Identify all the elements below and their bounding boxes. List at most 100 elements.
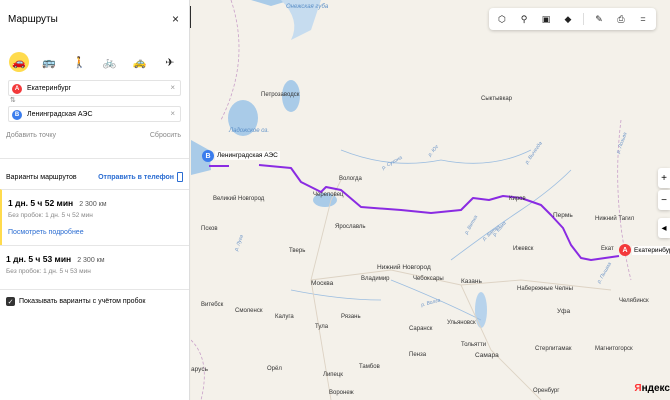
- map-label: Воронеж: [329, 390, 354, 396]
- taxi-icon[interactable]: 🚕: [130, 52, 150, 72]
- map-label: Онежская губа: [286, 4, 329, 10]
- point-b-marker-icon: В: [12, 110, 22, 120]
- end-marker-icon[interactable]: A: [619, 244, 631, 256]
- menu-icon[interactable]: =: [636, 12, 650, 26]
- map-label: Ижевск: [513, 246, 534, 252]
- map-label: Нижний Тагил: [595, 216, 635, 222]
- plane-icon[interactable]: ✈: [160, 52, 180, 72]
- ruler-icon[interactable]: ✎: [592, 12, 606, 26]
- yandex-logo: Яндекс: [634, 383, 670, 394]
- point-b-field[interactable]: В Ленинградская АЭС ×: [8, 106, 181, 122]
- map-label: Липецк: [323, 372, 343, 378]
- map-label: Ярославль: [335, 224, 366, 230]
- point-b-value[interactable]: Ленинградская АЭС: [27, 111, 93, 118]
- map-label: Тольятти: [461, 342, 487, 348]
- transport-modes: 🚗 🚌 🚶 🚲 🚕 ✈: [0, 38, 189, 78]
- map-label: Киров: [509, 196, 526, 202]
- start-marker-icon[interactable]: В: [202, 150, 214, 162]
- send-to-phone-button[interactable]: Отправить в телефон: [98, 172, 183, 182]
- route-variant-1[interactable]: 1 дн. 5 ч 52 мин 2 300 км Без пробок: 1 …: [0, 189, 189, 245]
- map-label: Екат: [601, 246, 614, 252]
- map-label: Уфа: [557, 308, 571, 315]
- bus-icon[interactable]: 🚌: [39, 52, 59, 72]
- map-label: Владимир: [361, 276, 390, 282]
- map-label: Оренбург: [533, 388, 560, 394]
- map-label: Петрозаводск: [261, 92, 300, 98]
- map-toolbar: ⬡ ⚲ ▣ ◆ ✎ ⎙ =: [489, 8, 656, 30]
- point-a-marker-icon: A: [12, 84, 22, 94]
- map-label: Чебоксары: [413, 276, 444, 282]
- map-label: Стерлитамак: [535, 346, 572, 352]
- map-label: Ладожское оз.: [229, 128, 269, 134]
- traffic-option-row[interactable]: ✓ Показывать варианты с учётом пробок: [0, 289, 189, 313]
- add-point-button[interactable]: Добавить точку: [6, 132, 56, 150]
- layers-traffic-icon[interactable]: ⬡: [495, 12, 509, 26]
- toolbar-divider: [583, 13, 584, 25]
- pedestrian-icon[interactable]: 🚶: [69, 52, 89, 72]
- map-label: арусь: [191, 366, 208, 373]
- yandex-logo-text: ндекс: [641, 383, 670, 394]
- map-label: Магнитогорск: [595, 346, 633, 352]
- map-label: Казань: [461, 278, 482, 285]
- traffic-checkbox[interactable]: ✓: [6, 297, 15, 306]
- traffic-checkbox-label: Показывать варианты с учётом пробок: [19, 298, 146, 305]
- send-to-phone-label: Отправить в телефон: [98, 173, 174, 181]
- route-time: 1 дн. 5 ч 52 мин: [8, 198, 74, 208]
- reset-button[interactable]: Сбросить: [150, 132, 181, 150]
- map-label: Саранск: [409, 326, 433, 332]
- clear-point-b-icon[interactable]: ×: [170, 109, 175, 118]
- bicycle-icon[interactable]: 🚲: [100, 52, 120, 72]
- map-label: Псков: [201, 226, 218, 232]
- variants-label: Варианты маршрутов: [6, 173, 77, 181]
- map-layers-icon[interactable]: ◆: [561, 12, 575, 26]
- routes-panel: Маршруты × 🚗 🚌 🚶 🚲 🚕 ✈ A Екатеринбург × ⇅ В Л…: [0, 0, 190, 400]
- map-label: Сыктывкар: [481, 96, 513, 102]
- map-label: Тамбов: [359, 364, 380, 370]
- route-variant-2[interactable]: 1 дн. 5 ч 53 мин 2 300 км Без пробок: 1 …: [0, 245, 189, 289]
- zoom-in-button[interactable]: +: [658, 168, 670, 188]
- compass-icon[interactable]: ◂: [658, 218, 670, 238]
- map-label: Череповец: [313, 192, 344, 198]
- close-icon[interactable]: ×: [172, 12, 179, 26]
- map-label: Пенза: [409, 352, 427, 358]
- divider: [0, 158, 189, 159]
- print-icon[interactable]: ⎙: [614, 12, 628, 26]
- map-label: Ульяновск: [447, 320, 476, 326]
- route-no-traffic: Без пробок: 1 дн. 5 ч 53 мин: [6, 268, 91, 275]
- map-label: Витебск: [201, 302, 224, 308]
- map-label: Рязань: [341, 314, 361, 320]
- map-label: Набережные Челны: [517, 286, 573, 292]
- map-label: Тверь: [289, 248, 306, 254]
- car-icon[interactable]: 🚗: [9, 52, 30, 72]
- map-label: Вологда: [339, 176, 362, 182]
- panel-title: Маршруты: [8, 13, 58, 25]
- transit-layer-icon[interactable]: ▣: [539, 12, 553, 26]
- phone-icon: [177, 172, 183, 182]
- panel-header: Маршруты ×: [0, 0, 189, 38]
- map-label: Челябинск: [619, 298, 649, 304]
- start-marker-label[interactable]: Ленинградская АЭС: [215, 151, 280, 160]
- route-distance: 2 300 км: [77, 257, 105, 264]
- end-marker-label[interactable]: Екатеринбург: [632, 246, 670, 255]
- map-label: Москва: [311, 280, 334, 287]
- clear-point-a-icon[interactable]: ×: [170, 83, 175, 92]
- route-time: 1 дн. 5 ч 53 мин: [6, 254, 72, 264]
- map-label: Смоленск: [235, 308, 263, 314]
- map-label: Нижний Новгород: [377, 264, 431, 271]
- map-label: Великий Новгород: [213, 196, 265, 202]
- route-details-link[interactable]: Посмотреть подробнее: [8, 229, 183, 236]
- map-label: Орёл: [267, 366, 282, 372]
- map-label: Пермь: [553, 212, 573, 219]
- zoom-out-button[interactable]: −: [658, 190, 670, 210]
- map-label: Тула: [315, 324, 329, 330]
- bicycle-layer-icon[interactable]: ⚲: [517, 12, 531, 26]
- route-no-traffic: Без пробок: 1 дн. 5 ч 52 мин: [8, 212, 93, 219]
- add-point-row: Добавить точку Сбросить: [0, 122, 189, 150]
- map-canvas[interactable]: Онежская губа Петрозаводск Ладожское оз.…: [191, 0, 670, 400]
- point-a-value[interactable]: Екатеринбург: [27, 85, 71, 92]
- swap-points-icon[interactable]: ⇅: [10, 96, 189, 106]
- point-a-field[interactable]: A Екатеринбург ×: [8, 80, 181, 96]
- yandex-logo-y: Я: [634, 383, 642, 394]
- map-label: Калуга: [275, 314, 294, 320]
- variants-header: Варианты маршрутов Отправить в телефон: [0, 165, 189, 189]
